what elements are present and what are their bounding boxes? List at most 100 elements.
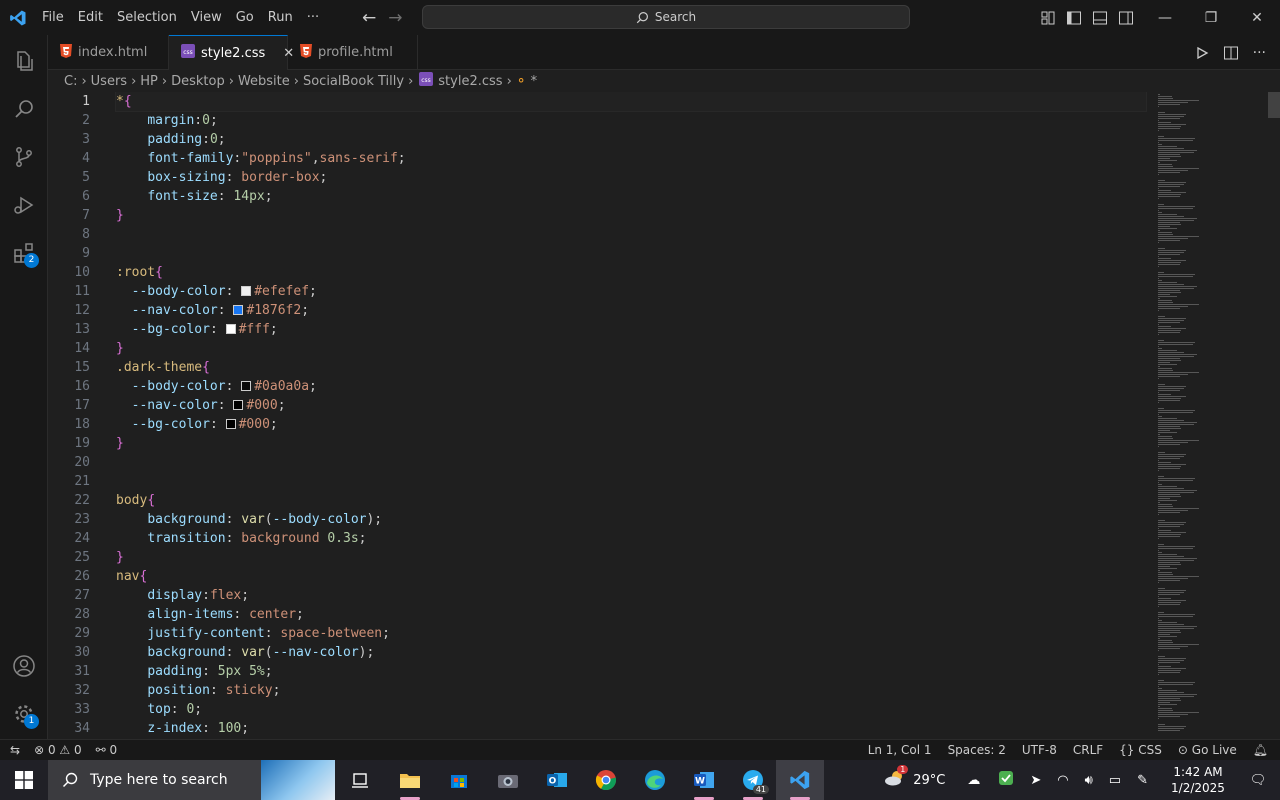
search-view-icon[interactable]	[0, 85, 48, 133]
restore-icon[interactable]: ❐	[1188, 0, 1234, 35]
code-line[interactable]: align-items: center;	[116, 605, 1146, 624]
code-line[interactable]	[116, 225, 1146, 244]
code-line[interactable]	[116, 244, 1146, 263]
menu-item-file[interactable]: File	[35, 0, 71, 35]
camera-icon[interactable]	[484, 760, 532, 800]
code-line[interactable]: position: sticky;	[116, 681, 1146, 700]
outlook-icon[interactable]: O	[533, 760, 581, 800]
edge-icon[interactable]	[631, 760, 679, 800]
cursor-position[interactable]: Ln 1, Col 1	[868, 743, 932, 757]
code-line[interactable]: }	[116, 339, 1146, 358]
pen-icon[interactable]: ✎	[1137, 773, 1148, 788]
more-actions-icon[interactable]: ···	[1253, 45, 1266, 61]
code-line[interactable]: background: var(--body-color);	[116, 510, 1146, 529]
code-line[interactable]: display:flex;	[116, 586, 1146, 605]
settings-gear-icon[interactable]: 1	[0, 690, 48, 738]
back-arrow-icon[interactable]: ←	[362, 8, 376, 28]
code-line[interactable]: *{	[115, 92, 1147, 112]
go-live-button[interactable]: ⊙ Go Live	[1178, 743, 1237, 757]
toggle-panel-icon[interactable]	[1092, 10, 1108, 26]
code-line[interactable]: font-size: 14px;	[116, 187, 1146, 206]
wifi-icon[interactable]: ◠	[1057, 773, 1068, 788]
menu-item-run[interactable]: Run	[261, 0, 300, 35]
command-center-search[interactable]: Search	[422, 5, 910, 29]
explorer-icon[interactable]	[0, 37, 48, 85]
code-line[interactable]: font-family:"poppins",sans-serif;	[116, 149, 1146, 168]
remote-icon[interactable]: ⇆	[10, 743, 20, 757]
task-view-icon[interactable]	[336, 760, 384, 800]
color-swatch[interactable]	[241, 381, 252, 391]
code-line[interactable]: margin:0;	[116, 111, 1146, 130]
code-line[interactable]: padding: 5px 5%;	[116, 662, 1146, 681]
crumb-symbol[interactable]: *	[531, 74, 538, 89]
menu-item-go[interactable]: Go	[229, 0, 261, 35]
minimap[interactable]	[1146, 92, 1266, 739]
color-swatch[interactable]	[241, 286, 252, 296]
crumb-hp[interactable]: HP	[140, 74, 158, 89]
crumb-desktop[interactable]: Desktop	[171, 74, 225, 89]
code-line[interactable]: --nav-color: #1876f2;	[116, 301, 1146, 320]
code-line[interactable]: --bg-color: #fff;	[116, 320, 1146, 339]
code-line[interactable]: }	[116, 548, 1146, 567]
end-of-line[interactable]: CRLF	[1073, 743, 1103, 757]
color-swatch[interactable]	[233, 305, 244, 315]
toggle-secondary-sidebar-icon[interactable]	[1118, 10, 1134, 26]
code-line[interactable]	[116, 453, 1146, 472]
code-line[interactable]: box-sizing: border-box;	[116, 168, 1146, 187]
start-windows-icon[interactable]	[0, 760, 48, 800]
scroll-thumb[interactable]	[1268, 92, 1280, 118]
color-swatch[interactable]	[233, 400, 244, 410]
weather-icon[interactable]: 1	[883, 765, 909, 792]
code-line[interactable]: }	[116, 206, 1146, 225]
encoding[interactable]: UTF-8	[1022, 743, 1057, 757]
tray-green-app-icon[interactable]	[998, 770, 1014, 790]
code-line[interactable]: --body-color: #0a0a0a;	[116, 377, 1146, 396]
menu-item-selection[interactable]: Selection	[110, 0, 184, 35]
code-line[interactable]: justify-content: space-between;	[116, 624, 1146, 643]
code-line[interactable]	[116, 472, 1146, 491]
tray-telegram-icon[interactable]: ➤	[1030, 773, 1041, 788]
language-mode[interactable]: {} CSS	[1119, 743, 1162, 757]
notification-center-icon[interactable]: 🗨︎	[1236, 773, 1280, 788]
code-line[interactable]: --body-color: #efefef;	[116, 282, 1146, 301]
weather-temp[interactable]: 29°C	[913, 773, 945, 788]
close-window-icon[interactable]: ✕	[1234, 0, 1280, 35]
code-line[interactable]: z-index: 100;	[116, 719, 1146, 738]
notifications-bell-icon[interactable]: 🔔︎	[1253, 743, 1268, 757]
taskbar-search[interactable]: Type here to search	[48, 760, 335, 800]
ports-status[interactable]: ⚯ 0	[96, 743, 118, 757]
vertical-scrollbar[interactable]	[1266, 92, 1280, 739]
code-line[interactable]: }	[116, 434, 1146, 453]
code-line[interactable]: top: 0;	[116, 700, 1146, 719]
vscode-taskbar-icon[interactable]	[776, 760, 824, 800]
tray-app-icon[interactable]: ☁︎	[967, 773, 980, 788]
tab-index-html[interactable]: index.html	[48, 35, 169, 70]
menu-item-edit[interactable]: Edit	[71, 0, 110, 35]
toggle-primary-sidebar-icon[interactable]	[1066, 10, 1082, 26]
code-line[interactable]: transition: background 0.3s;	[116, 529, 1146, 548]
crumb-drive[interactable]: C:	[64, 74, 77, 89]
color-swatch[interactable]	[225, 419, 236, 429]
forward-arrow-icon[interactable]: →	[388, 8, 402, 28]
customize-layout-icon[interactable]	[1040, 10, 1056, 26]
accounts-icon[interactable]	[0, 642, 48, 690]
tab-profile-html[interactable]: profile.html	[288, 35, 418, 70]
split-editor-icon[interactable]	[1223, 45, 1239, 61]
code-area[interactable]: *{ margin:0; padding:0; font-family:"pop…	[115, 92, 1147, 738]
code-line[interactable]: background: var(--nav-color);	[116, 643, 1146, 662]
code-line[interactable]: padding:0;	[116, 130, 1146, 149]
run-debug-icon[interactable]	[0, 181, 48, 229]
minimize-icon[interactable]: —	[1142, 0, 1188, 35]
indentation[interactable]: Spaces: 2	[948, 743, 1006, 757]
tab-style2-css[interactable]: css style2.css ✕	[169, 35, 294, 70]
microsoft-store-icon[interactable]	[435, 760, 483, 800]
menu-more-icon[interactable]: ···	[300, 0, 326, 35]
crumb-file[interactable]: style2.css	[438, 74, 502, 89]
code-line[interactable]: --bg-color: #000;	[116, 415, 1146, 434]
crumb-users[interactable]: Users	[91, 74, 127, 89]
crumb-folder[interactable]: SocialBook Tilly	[303, 74, 404, 89]
source-control-icon[interactable]	[0, 133, 48, 181]
chrome-icon[interactable]	[582, 760, 630, 800]
problems-status[interactable]: ⊗ 0 ⚠ 0	[34, 743, 82, 757]
run-icon[interactable]	[1195, 46, 1209, 60]
